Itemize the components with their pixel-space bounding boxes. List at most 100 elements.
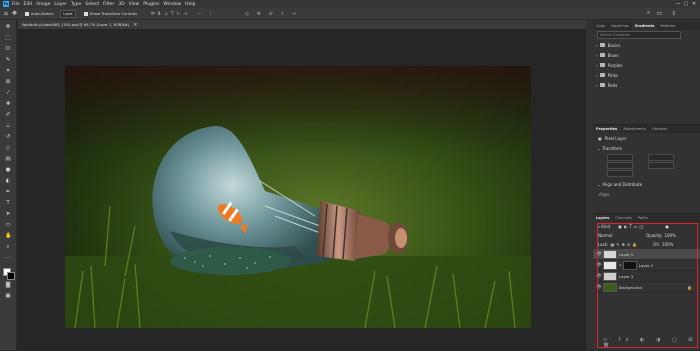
layers-panel-tabs: Layers Channels Paths <box>593 214 700 222</box>
menu-view[interactable]: View <box>129 2 140 7</box>
minimize-button[interactable]: — <box>674 1 682 7</box>
transform-label: Transform <box>602 145 623 151</box>
lightbulb-photo <box>65 66 531 328</box>
lasso-tool-icon[interactable]: ⵔ <box>5 46 11 52</box>
search-icon[interactable]: ⌕ <box>647 10 650 17</box>
tools-panel: ✥ ⬚ ⵔ ✎ ⌗ ⊠ ⁄ ✚ ✐ ⊥ ↺ ◇ ▤ ● ◐ ✒ T ➤ ▭ ✋ … <box>0 20 16 350</box>
gradient-folder-blues[interactable]: › Blues <box>593 50 700 60</box>
menu-file[interactable]: File <box>12 2 20 7</box>
healing-brush-tool-icon[interactable]: ✚ <box>5 101 11 107</box>
menu-image[interactable]: Image <box>36 2 50 7</box>
transform-x-field[interactable] <box>607 162 633 169</box>
pixel-layer-icon: ▣ <box>598 135 602 141</box>
align-label: Align and Distribute <box>602 181 643 187</box>
frame-tool-icon[interactable]: ⊠ <box>5 79 11 85</box>
transform-section-header[interactable]: ⌄ Transform <box>593 143 700 153</box>
chevron-right-icon: › <box>596 52 598 58</box>
auto-select-checkbox[interactable] <box>24 11 29 16</box>
gradient-folder-reds[interactable]: › Reds <box>593 80 700 90</box>
folder-label: Basics <box>607 42 621 48</box>
menu-window[interactable]: Window <box>163 2 181 7</box>
gradients-search-row: Search Gradients <box>593 30 700 40</box>
hand-tool-icon[interactable]: ✋ <box>5 233 12 239</box>
menu-edit[interactable]: Edit <box>24 2 33 7</box>
tab-color[interactable]: Color <box>593 23 608 30</box>
gradients-panel-tabs: Color Swatches Gradients Patterns <box>593 22 700 30</box>
tab-paths[interactable]: Paths <box>635 215 651 222</box>
tab-swatches[interactable]: Swatches <box>608 23 631 30</box>
zoom-tool-icon[interactable]: ⌕ <box>5 244 11 250</box>
tab-adjustments[interactable]: Adjustments <box>620 126 649 133</box>
close-tab-icon[interactable]: × <box>133 22 137 28</box>
align-sub-row: Align: <box>593 189 700 199</box>
clone-stamp-tool-icon[interactable]: ⊥ <box>5 123 11 129</box>
tab-channels[interactable]: Channels <box>612 215 635 222</box>
menu-help[interactable]: Help <box>185 2 195 7</box>
folder-label: Blues <box>607 52 619 58</box>
gradients-panel: Color Swatches Gradients Patterns Search… <box>593 22 700 116</box>
folder-icon <box>599 53 605 57</box>
gradients-search-input[interactable]: Search Gradients <box>597 31 681 39</box>
marquee-tool-icon[interactable]: ⬚ <box>5 35 11 41</box>
align-section-header[interactable]: ⌄ Align and Distribute <box>593 179 700 189</box>
background-color-swatch[interactable] <box>7 272 15 280</box>
menu-filter[interactable]: Filter <box>103 2 114 7</box>
close-window-button[interactable]: ✕ <box>690 1 698 7</box>
history-brush-tool-icon[interactable]: ↺ <box>5 134 11 140</box>
share-icon[interactable]: ⇪ <box>671 11 676 17</box>
eyedropper-tool-icon[interactable]: ⁄ <box>5 90 11 96</box>
more-tools-icon[interactable]: ⋯ <box>5 255 11 261</box>
distribute-icons[interactable]: ⋯ ⋮ <box>197 11 215 17</box>
tab-properties[interactable]: Properties <box>593 126 621 133</box>
type-tool-icon[interactable]: T <box>5 200 11 206</box>
menu-type[interactable]: Type <box>71 2 81 7</box>
transform-height-field[interactable] <box>648 154 674 161</box>
gradient-tool-icon[interactable]: ▤ <box>5 156 11 162</box>
folder-label: Pinks <box>607 72 618 78</box>
collapsed-panel-strip[interactable] <box>586 20 593 350</box>
quick-select-tool-icon[interactable]: ✎ <box>5 57 11 63</box>
folder-label: Reds <box>607 82 618 88</box>
menu-layer[interactable]: Layer <box>54 2 67 7</box>
blur-tool-icon[interactable]: ● <box>5 167 11 173</box>
show-transform-checkbox[interactable] <box>83 11 88 16</box>
transform-width-field[interactable] <box>607 154 633 161</box>
pen-tool-icon[interactable]: ✒ <box>5 189 11 195</box>
brush-tool-icon[interactable]: ✐ <box>5 112 11 118</box>
chevron-right-icon: › <box>596 72 598 78</box>
align-icons[interactable]: ⊫⊪⊥⊤⊢⊣ <box>151 11 189 17</box>
transform-y-field[interactable] <box>648 162 674 169</box>
properties-panel-tabs: Properties Adjustments Libraries <box>593 125 700 133</box>
tab-gradients[interactable]: Gradients <box>631 23 658 30</box>
gradient-folder-basics[interactable]: › Basics <box>593 40 700 50</box>
workspace-icon[interactable]: ▭ <box>657 11 662 17</box>
window-controls: — ▢ ✕ <box>674 0 698 8</box>
document-tab[interactable]: lightbulb-p1dae4465_1920.psd @ 66.7% (La… <box>18 23 133 27</box>
chevron-right-icon: › <box>596 42 598 48</box>
gradient-folder-purples[interactable]: › Purples <box>593 60 700 70</box>
tab-patterns[interactable]: Patterns <box>657 23 678 30</box>
rectangle-tool-icon[interactable]: ▭ <box>5 222 11 228</box>
auto-select-dropdown[interactable]: Layer <box>60 9 76 18</box>
home-icon[interactable]: ⌂ <box>4 10 8 17</box>
move-tool-icon[interactable]: ✥ <box>5 24 11 30</box>
tab-libraries[interactable]: Libraries <box>649 126 671 133</box>
maximize-button[interactable]: ▢ <box>682 1 690 7</box>
screen-mode-icon[interactable]: ▣ <box>5 293 11 299</box>
menu-select[interactable]: Select <box>85 2 99 7</box>
quick-mask-icon[interactable]: ◙ <box>5 282 11 288</box>
3d-mode-icons[interactable]: ◎ ✥ ⊕ ⇕ ⇔ <box>245 11 299 17</box>
path-select-tool-icon[interactable]: ➤ <box>5 211 11 217</box>
transform-angle-field[interactable] <box>607 170 633 177</box>
crop-tool-icon[interactable]: ⌗ <box>5 68 11 74</box>
eraser-tool-icon[interactable]: ◇ <box>5 145 11 151</box>
menu-3d[interactable]: 3D <box>118 2 124 7</box>
folder-label: Purples <box>607 62 623 68</box>
move-tool-icon[interactable]: ✥ <box>12 10 17 17</box>
dodge-tool-icon[interactable]: ◐ <box>5 178 11 184</box>
gradient-folder-pinks[interactable]: › Pinks <box>593 70 700 80</box>
menu-plugins[interactable]: Plugins <box>143 2 159 7</box>
document-canvas-image[interactable] <box>65 66 531 328</box>
folder-icon <box>599 43 605 47</box>
tab-layers[interactable]: Layers <box>593 215 613 222</box>
